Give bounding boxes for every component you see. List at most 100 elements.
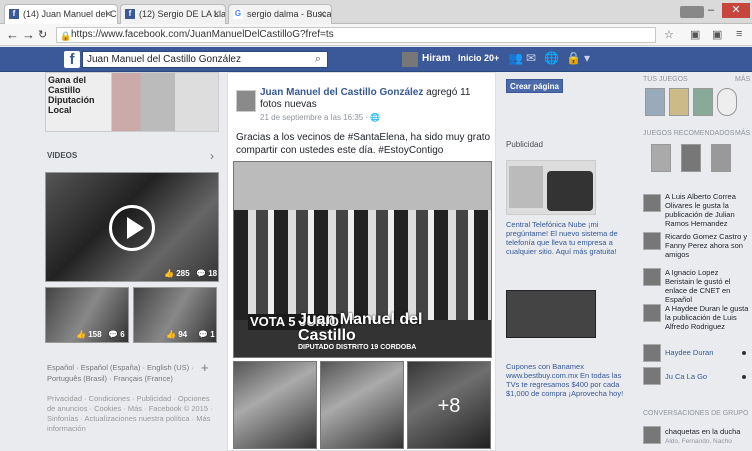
ads-heading: Publicidad — [506, 140, 543, 149]
tab-close-icon[interactable]: ✕ — [104, 5, 112, 23]
ad-text[interactable]: Cupones con Banamex www.bestbuy.com.mx E… — [506, 362, 626, 398]
friend-requests-icon[interactable]: 👥 — [508, 51, 523, 65]
ticker-item[interactable]: A Haydee Duran le gusta la publicación d… — [665, 304, 749, 332]
globe-icon: 🌐 — [370, 113, 381, 122]
recommended-games-heading: Juegos recomendados — [643, 130, 735, 137]
browser-tab[interactable]: f (14) Juan Manuel del Cas ✕ — [4, 4, 118, 24]
chat-contact[interactable]: Ju Ca La Go — [665, 372, 749, 381]
video-comments: 💬 1 — [198, 330, 215, 339]
avatar[interactable] — [643, 232, 661, 250]
game-icon[interactable] — [669, 88, 689, 116]
right-sidebar: Tus juegos Más Juegos recomendados Más A… — [637, 72, 752, 451]
post-text: Gracias a los vecinos de #SantaElena, ha… — [236, 132, 491, 156]
messages-icon[interactable]: ✉ — [526, 51, 536, 65]
online-status-icon — [742, 375, 746, 379]
avatar[interactable] — [643, 367, 661, 385]
notifications-icon[interactable]: 🌐 — [544, 51, 559, 65]
menu-icon[interactable]: ≡ — [736, 28, 742, 40]
video-thumbnail[interactable]: 👍 94 💬 1 — [133, 287, 217, 343]
group-name[interactable]: chaquetas en la ducha — [665, 427, 749, 436]
forward-icon[interactable]: → — [22, 26, 35, 44]
minimize-icon[interactable]: – — [708, 4, 714, 16]
post-photo[interactable] — [320, 361, 404, 449]
game-icon[interactable] — [693, 88, 713, 116]
video-likes: 👍 158 — [76, 330, 102, 339]
game-icon[interactable] — [717, 88, 737, 116]
group-members: Aldo, Fernando, Nacho — [665, 438, 732, 445]
back-icon[interactable]: ← — [6, 26, 19, 44]
avatar[interactable] — [402, 52, 418, 67]
footer-links[interactable]: Privacidad · Condiciones · Publicidad · … — [47, 394, 219, 434]
post-photo[interactable]: VOTA 5 JUNIO Juan Manuel del Castillo DI… — [233, 161, 492, 358]
ticker-item[interactable]: Ricardo Gomez Castro y Fanny Perez ahora… — [665, 232, 749, 259]
more-link[interactable]: Más — [735, 76, 750, 83]
privacy-shortcuts-icon[interactable]: 🔒 — [566, 51, 581, 65]
post-header: Juan Manuel del Castillo González agregó… — [260, 87, 492, 111]
avatar[interactable] — [643, 194, 661, 212]
more-photos-count[interactable]: +8 — [408, 362, 490, 448]
facebook-header: f Juan Manuel del Castillo González ⌕ Hi… — [0, 47, 752, 72]
video-comments: 💬 6 — [108, 330, 125, 339]
cover-photo[interactable]: Gana del Castillo Diputación Local — [45, 72, 219, 132]
avatar[interactable] — [643, 304, 661, 322]
chat-contact[interactable]: Haydee Duran — [665, 348, 749, 357]
cover-title: Gana del Castillo Diputación Local — [48, 75, 95, 115]
banner-subtitle: DIPUTADO DISTRITO 19 CORDOBA — [298, 344, 417, 351]
extension-icon[interactable]: ▣ — [712, 28, 722, 41]
group-conversations-heading: Conversaciones de grupo — [643, 410, 749, 417]
banner-name: Juan Manuel del Castillo — [298, 311, 423, 344]
play-icon[interactable] — [109, 205, 155, 251]
avatar[interactable] — [643, 344, 661, 362]
reload-icon[interactable]: ↻ — [38, 26, 47, 44]
extension-icon[interactable]: ▣ — [690, 28, 700, 41]
ads-column: Crear página Publicidad Central Telefóni… — [500, 72, 630, 451]
author-avatar[interactable] — [236, 90, 256, 112]
video-likes: 👍 94 — [166, 330, 188, 339]
phone-icon — [547, 171, 593, 211]
group-avatar[interactable] — [643, 426, 661, 444]
tab-close-icon[interactable]: ✕ — [212, 5, 220, 23]
account-menu-icon[interactable]: ▾ — [584, 51, 590, 65]
video-thumbnail[interactable]: 👍 158 💬 6 — [45, 287, 129, 343]
browser-profile-icon[interactable] — [680, 6, 704, 18]
post-photo[interactable]: +8 — [407, 361, 491, 449]
games-heading: Tus juegos — [643, 76, 688, 83]
videos-heading[interactable]: VIDEOS — [47, 151, 77, 160]
game-icon[interactable] — [711, 144, 731, 172]
tab-close-icon[interactable]: ✕ — [318, 5, 326, 23]
search-value: Juan Manuel del Castillo González — [87, 54, 241, 65]
author-link[interactable]: Juan Manuel del Castillo González — [260, 87, 423, 98]
language-links[interactable]: Español · Español (España) · English (US… — [47, 362, 207, 384]
post-photo[interactable] — [233, 361, 317, 449]
facebook-favicon-icon: f — [125, 9, 135, 19]
ticker-item[interactable]: A Luis Alberto Correa Olivares le gusta … — [665, 192, 749, 228]
profile-link[interactable]: Hiram — [422, 53, 450, 64]
search-icon[interactable]: ⌕ — [315, 52, 321, 67]
chevron-right-icon[interactable]: › — [210, 149, 214, 163]
search-input[interactable]: Juan Manuel del Castillo González ⌕ — [82, 51, 328, 68]
add-language-icon[interactable]: + — [201, 360, 209, 375]
ticker-item[interactable]: A Ignacio Lopez Beristain le gustó el en… — [665, 268, 749, 304]
ad-tag-image — [509, 166, 543, 208]
create-page-button[interactable]: Crear página — [506, 79, 563, 93]
browser-tab-strip: f (14) Juan Manuel del Cas ✕ f (12) Serg… — [0, 0, 752, 24]
browser-tab[interactable]: G sergio dalma - Buscar con ✕ — [228, 4, 332, 24]
video-likes: 👍 285 — [164, 269, 190, 278]
ad-image[interactable] — [506, 290, 596, 338]
avatar[interactable] — [643, 268, 661, 286]
facebook-logo-icon[interactable]: f — [64, 51, 80, 68]
home-link[interactable]: Inicio 20+ — [458, 53, 499, 63]
bookmark-star-icon[interactable]: ☆ — [664, 28, 674, 41]
browser-tab[interactable]: f (12) Sergio DE LA Llave ✕ — [120, 4, 226, 24]
close-window-icon[interactable]: ✕ — [722, 3, 750, 18]
url-input[interactable]: 🔒 https://www.facebook.com/JuanManuelDel… — [56, 27, 656, 43]
game-icon[interactable] — [645, 88, 665, 116]
post-timestamp[interactable]: 21 de septiembre a las 16:35 · 🌐 — [260, 113, 380, 122]
post-card: Juan Manuel del Castillo González agregó… — [227, 72, 496, 451]
more-link[interactable]: Más — [735, 130, 750, 137]
game-icon[interactable] — [681, 144, 701, 172]
ad-image[interactable] — [506, 160, 596, 215]
video-thumbnail[interactable]: 👍 285 💬 18 — [45, 172, 219, 282]
game-icon[interactable] — [651, 144, 671, 172]
ad-text[interactable]: Central Telefónica Nube ¡mi pregúntame! … — [506, 220, 626, 256]
